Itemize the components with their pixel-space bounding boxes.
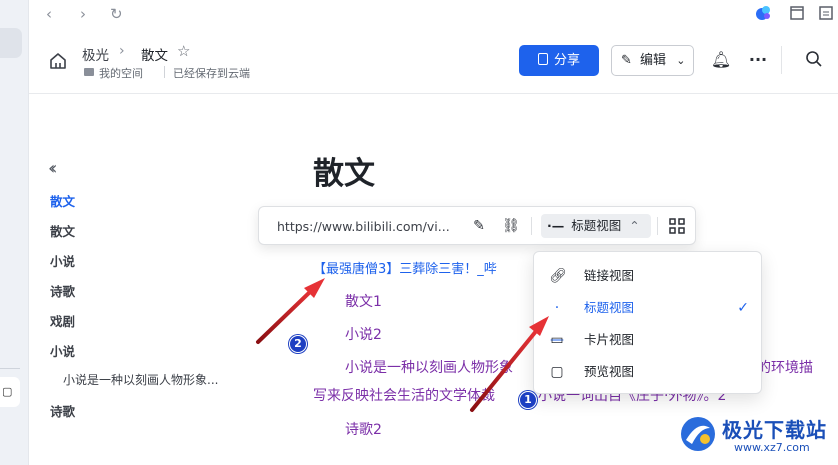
toc-item[interactable]: 小说是一种以刻画人物形象... <box>63 371 218 388</box>
menu-item-label: 链接视图 <box>584 268 635 283</box>
save-status: 已经保存到云端 <box>173 67 250 80</box>
toolbar-divider <box>657 217 658 235</box>
link-icon: 🔗︎ <box>549 268 567 284</box>
app-nav-card[interactable]: ▢ <box>0 377 20 407</box>
strip-divider <box>0 368 20 369</box>
content-line: 散文1 <box>345 294 382 310</box>
toc-item[interactable]: 诗歌 <box>50 401 75 420</box>
title-view-icon: ·— <box>547 218 565 233</box>
reload-icon[interactable]: ↻ <box>110 5 123 23</box>
step-badge-2: 2 <box>289 335 307 353</box>
toc-item[interactable]: 小说 <box>50 251 75 270</box>
view-mode-menu: 🔗︎ 链接视图 ·— 标题视图 ✓ ▭ 卡片视图 ▢ 预览视图 <box>533 251 762 394</box>
edit-label: 编辑 <box>640 53 667 68</box>
share-label: 分享 <box>553 53 580 68</box>
content-line: 的环境描 <box>757 360 813 376</box>
back-icon[interactable]: ‹ <box>46 5 52 23</box>
watermark-title: 极光下载站 <box>722 418 827 442</box>
star-icon[interactable]: ☆ <box>177 42 190 60</box>
chevron-up-icon: ⌃ <box>629 218 640 233</box>
toc-item[interactable]: 小说 <box>50 341 75 360</box>
toc-item[interactable]: 散文 <box>50 221 75 240</box>
toolbar-divider <box>531 217 532 235</box>
step-badge-1: 1 <box>519 391 537 409</box>
menu-item-title-view[interactable]: ·— 标题视图 ✓ <box>534 292 763 348</box>
content-line: 诗歌2 <box>345 422 382 438</box>
link-toolbar: https://www.bilibili.com/vi... ✎ ⛓︎ ·— 标… <box>258 206 696 245</box>
menu-item-label: 卡片视图 <box>584 332 635 347</box>
check-icon: ✓ <box>737 300 749 316</box>
content-line: 写来反映社会生活的文学体裁 <box>313 388 495 404</box>
bell-icon[interactable]: 🔔︎ <box>710 49 732 71</box>
page-title: 散文 <box>313 156 375 192</box>
unlink-icon[interactable]: ⛓︎ <box>501 216 521 236</box>
breadcrumb-parent[interactable]: 极光 <box>82 44 109 64</box>
view-mode-label: 标题视图 <box>571 218 622 233</box>
window-icon[interactable] <box>790 6 804 20</box>
header-divider <box>781 46 782 74</box>
forward-icon[interactable]: › <box>80 5 86 23</box>
doc-header: 极光 › 散文 ☆ 我的空间 已经保存到云端 分享 ✎ 编辑 ⌄ 🔔︎ ··· <box>29 28 838 94</box>
search-icon[interactable] <box>805 50 823 68</box>
menu-item-card-view[interactable]: ▭ 卡片视图 <box>534 324 763 356</box>
content-line: 小说是一种以刻画人物形象 <box>345 360 513 376</box>
app-logo-icon[interactable] <box>755 5 771 21</box>
breadcrumb-current[interactable]: 散文 <box>141 44 168 64</box>
divider <box>164 66 165 78</box>
folder-icon <box>84 68 94 76</box>
home-icon[interactable] <box>49 52 67 70</box>
more-icon[interactable]: ··· <box>747 49 769 71</box>
preview-view-icon: ▢ <box>550 364 564 380</box>
toc-item[interactable]: 戏剧 <box>50 311 75 330</box>
edit-link-icon[interactable]: ✎ <box>469 216 489 236</box>
browser-toolbar: ‹ › ↻ <box>29 0 838 28</box>
menu-item-label: 标题视图 <box>584 300 635 315</box>
grid-icon[interactable] <box>669 218 685 234</box>
pencil-icon: ✎ <box>621 53 632 68</box>
watermark: 极光下载站 www.xz7.com <box>676 410 836 462</box>
share-button[interactable]: 分享 <box>519 45 599 76</box>
watermark-url: www.xz7.com <box>734 441 810 454</box>
app-sidebar-strip: ▢ <box>0 0 29 465</box>
arrow-to-link <box>256 278 325 344</box>
toc-item[interactable]: 诗歌 <box>50 281 75 300</box>
menu-item-preview-view[interactable]: ▢ 预览视图 <box>534 356 763 388</box>
view-mode-select[interactable]: ·— 标题视图 ⌃ <box>541 214 651 238</box>
card-view-icon: ▭ <box>550 332 564 348</box>
app-nav-selected[interactable] <box>0 28 22 58</box>
collapse-toc-icon[interactable]: ‹‹ <box>48 158 58 179</box>
menu-item-label: 预览视图 <box>584 364 635 379</box>
content-line: 小说2 <box>345 327 382 343</box>
list-window-icon[interactable] <box>819 6 833 20</box>
toc-item[interactable]: 散文 <box>50 191 75 210</box>
watermark-logo-icon <box>681 417 715 451</box>
space-link[interactable]: 我的空间 <box>99 65 143 81</box>
content-link[interactable]: 【最强唐僧3】三葬除三害！_哔 <box>313 258 497 277</box>
share-icon <box>537 53 548 65</box>
link-url[interactable]: https://www.bilibili.com/vi... <box>277 219 450 234</box>
chevron-down-icon: ⌄ <box>676 54 686 67</box>
menu-item-link-view[interactable]: 🔗︎ 链接视图 <box>534 260 763 292</box>
edit-button[interactable]: ✎ 编辑 ⌄ <box>611 45 694 76</box>
chevron-right-icon: › <box>119 43 125 59</box>
